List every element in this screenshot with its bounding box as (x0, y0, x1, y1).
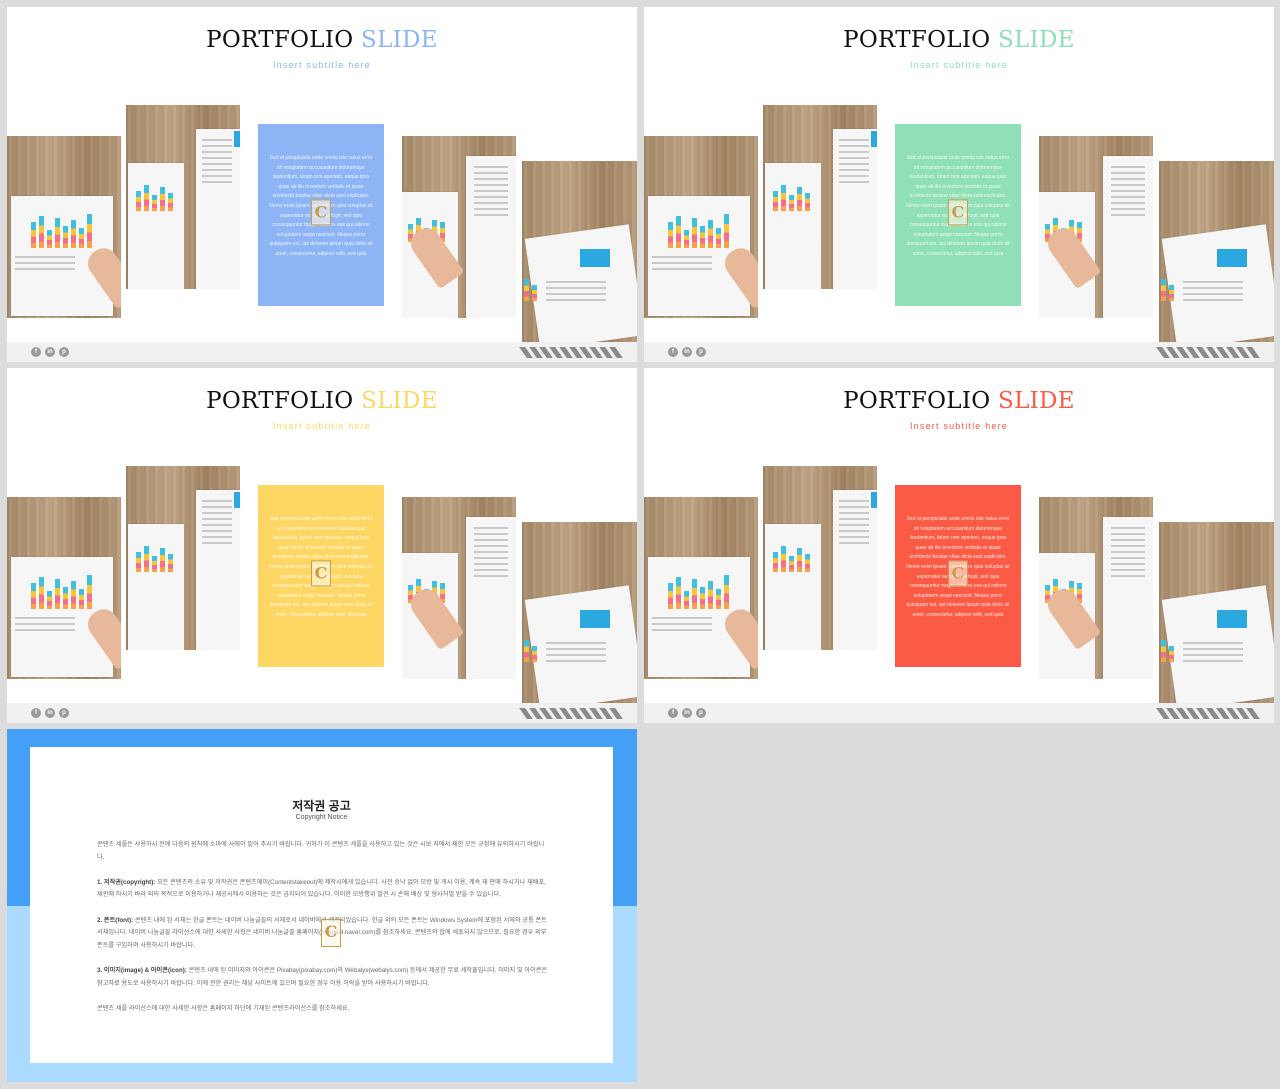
portfolio-slide[interactable]: PORTFOLIO SLIDE Insert subtitle here Sed… (7, 368, 637, 723)
watermark-logo: C (948, 199, 968, 226)
slide-title: PORTFOLIO SLIDE (7, 388, 637, 414)
decorative-stripes (1156, 347, 1260, 358)
facebook-icon[interactable]: f (31, 708, 41, 718)
watermark-logo: C (311, 560, 331, 587)
decorative-stripes (519, 347, 623, 358)
text-card: Sed ut perspiciatis unde omnis iste natu… (895, 124, 1021, 306)
photo-infographic (1159, 161, 1274, 343)
decorative-stripes (1156, 708, 1260, 719)
photo-chart-pointing (402, 136, 516, 318)
decorative-stripes (519, 708, 623, 719)
slide-title: PORTFOLIO SLIDE (644, 27, 1274, 53)
slide-footer: f in p (7, 342, 637, 362)
text-card: Sed ut perspiciatis unde omnis iste natu… (258, 124, 384, 306)
portfolio-slide[interactable]: PORTFOLIO SLIDE Insert subtitle here Sed… (644, 7, 1274, 362)
watermark-logo: C (311, 199, 331, 226)
slide-subtitle: Insert subtitle here (272, 60, 372, 70)
social-icons: f in p (668, 708, 706, 718)
photo-infographic (1159, 522, 1274, 704)
pinterest-icon[interactable]: p (696, 347, 706, 357)
photo-infographic (522, 522, 637, 704)
text-card: Sed ut perspiciatis unde omnis iste natu… (258, 485, 384, 667)
linkedin-icon[interactable]: in (682, 708, 692, 718)
notice-card: 저작권 공고 Copyright Notice 콘텐츠 세플은 사용하시 전에 … (30, 747, 613, 1063)
slide-title-main: PORTFOLIO (843, 27, 991, 53)
photo-chart-hand (644, 136, 758, 318)
social-icons: f in p (31, 347, 69, 357)
watermark-logo: C (948, 560, 968, 587)
social-icons: f in p (31, 708, 69, 718)
slide-title-main: PORTFOLIO (206, 27, 354, 53)
photo-report-documents (763, 466, 877, 650)
slide-footer: f in p (7, 703, 637, 723)
slide-subtitle: Insert subtitle here (909, 421, 1009, 431)
slide-title-accent: SLIDE (998, 27, 1075, 53)
slide-title: PORTFOLIO SLIDE (7, 27, 637, 53)
facebook-icon[interactable]: f (668, 347, 678, 357)
photo-report-documents (126, 466, 240, 650)
pinterest-icon[interactable]: p (59, 708, 69, 718)
photo-report-documents (763, 105, 877, 289)
photo-chart-hand (7, 497, 121, 679)
photo-chart-pointing (1039, 497, 1153, 679)
slide-title-accent: SLIDE (361, 388, 438, 414)
photo-infographic (522, 161, 637, 343)
linkedin-icon[interactable]: in (682, 347, 692, 357)
notice-section: 1. 저작권(copyright): 모든 콘텐츠의 소유 및 저작권은 콘텐츠… (97, 878, 546, 899)
slide-title-main: PORTFOLIO (843, 388, 991, 414)
notice-subtitle: Copyright Notice (295, 814, 348, 821)
slide-title-main: PORTFOLIO (206, 388, 354, 414)
photo-chart-pointing (1039, 136, 1153, 318)
portfolio-slide[interactable]: PORTFOLIO SLIDE Insert subtitle here Sed… (644, 368, 1274, 723)
photo-chart-hand (644, 497, 758, 679)
notice-section: 3. 이미지(image) & 아이콘(icon): 콘텐츠 내에 된 이미지와… (97, 966, 548, 987)
photo-chart-hand (7, 136, 121, 318)
slide-footer: f in p (644, 703, 1274, 723)
text-card: Sed ut perspiciatis unde omnis iste natu… (895, 485, 1021, 667)
watermark-logo: C (321, 919, 341, 947)
notice-outro: 콘텐츠 세플 라이선스에 대한 사세한 사항은 홈페이지 하단에 기재된 콘텐츠… (97, 1004, 350, 1012)
social-icons: f in p (668, 347, 706, 357)
facebook-icon[interactable]: f (31, 347, 41, 357)
notice-title: 저작권 공고 (292, 799, 351, 813)
photo-chart-pointing (402, 497, 516, 679)
facebook-icon[interactable]: f (668, 708, 678, 718)
linkedin-icon[interactable]: in (45, 347, 55, 357)
pinterest-icon[interactable]: p (59, 347, 69, 357)
slide-title-accent: SLIDE (998, 388, 1075, 414)
pinterest-icon[interactable]: p (696, 708, 706, 718)
slide-title: PORTFOLIO SLIDE (644, 388, 1274, 414)
slide-subtitle: Insert subtitle here (909, 60, 1009, 70)
photo-report-documents (126, 105, 240, 289)
portfolio-slide[interactable]: PORTFOLIO SLIDE Insert subtitle here Sed… (7, 7, 637, 362)
linkedin-icon[interactable]: in (45, 708, 55, 718)
copyright-notice-slide[interactable]: 저작권 공고 Copyright Notice 콘텐츠 세플은 사용하시 전에 … (7, 729, 637, 1082)
slide-title-accent: SLIDE (361, 27, 438, 53)
slide-subtitle: Insert subtitle here (272, 421, 372, 431)
notice-intro: 콘텐츠 세플은 사용하시 전에 다음의 원칙에 소마에 사에이 밑어 추시기 바… (97, 841, 545, 861)
slide-footer: f in p (644, 342, 1274, 362)
